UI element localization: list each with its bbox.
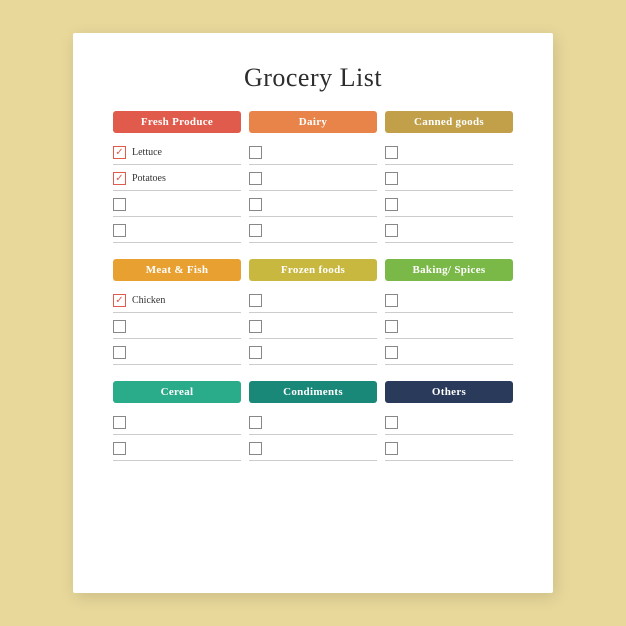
checkbox[interactable] (249, 416, 262, 429)
checkbox[interactable] (113, 224, 126, 237)
checkbox[interactable] (113, 198, 126, 211)
list-item[interactable] (249, 191, 377, 217)
checkbox[interactable] (249, 224, 262, 237)
section-2: Cereal Condiments Others (113, 381, 513, 469)
checkbox[interactable] (385, 172, 398, 185)
item-label: Chicken (132, 295, 165, 306)
item-col-0-0: Lettuce Potatoes (113, 139, 241, 243)
checkbox[interactable] (249, 442, 262, 455)
item-col-0-2 (385, 139, 513, 243)
checkbox[interactable] (385, 198, 398, 211)
checkbox[interactable] (249, 146, 262, 159)
category-badge-canned-goods: Canned goods (385, 111, 513, 133)
category-badge-dairy: Dairy (249, 111, 377, 133)
list-item[interactable] (385, 165, 513, 191)
checkbox[interactable] (249, 346, 262, 359)
item-col-2-1 (249, 409, 377, 461)
list-item[interactable] (249, 409, 377, 435)
category-badge-baking-spices: Baking/ Spices (385, 259, 513, 281)
item-col-1-0: Chicken (113, 287, 241, 365)
checkbox[interactable] (113, 172, 126, 185)
list-item[interactable] (113, 435, 241, 461)
list-item[interactable] (249, 139, 377, 165)
list-item[interactable] (385, 313, 513, 339)
category-badge-cereal: Cereal (113, 381, 241, 403)
item-col-2-0 (113, 409, 241, 461)
list-item[interactable] (385, 139, 513, 165)
list-item[interactable]: Chicken (113, 287, 241, 313)
item-col-2-2 (385, 409, 513, 461)
list-item[interactable] (385, 287, 513, 313)
list-item[interactable] (249, 339, 377, 365)
list-item[interactable] (385, 409, 513, 435)
list-item[interactable] (385, 435, 513, 461)
list-item[interactable] (249, 435, 377, 461)
checkbox[interactable] (385, 224, 398, 237)
item-col-1-2 (385, 287, 513, 365)
list-item[interactable] (385, 191, 513, 217)
category-badge-frozen-foods: Frozen foods (249, 259, 377, 281)
list-item[interactable] (249, 165, 377, 191)
checkbox[interactable] (113, 146, 126, 159)
list-item[interactable] (249, 217, 377, 243)
checkbox[interactable] (249, 294, 262, 307)
list-item[interactable] (385, 217, 513, 243)
list-item[interactable] (113, 409, 241, 435)
checkbox[interactable] (385, 146, 398, 159)
list-item[interactable] (113, 217, 241, 243)
checkbox[interactable] (249, 320, 262, 333)
page-title: Grocery List (113, 63, 513, 93)
list-item[interactable] (113, 191, 241, 217)
grocery-list-paper: Grocery List Fresh Produce Dairy Canned go… (73, 33, 553, 593)
checkbox[interactable] (385, 320, 398, 333)
category-badge-meat-fish: Meat & Fish (113, 259, 241, 281)
checkbox[interactable] (113, 442, 126, 455)
item-col-0-1 (249, 139, 377, 243)
section-1: Meat & Fish Frozen foods Baking/ Spices Chi… (113, 259, 513, 373)
checkbox[interactable] (113, 416, 126, 429)
list-item[interactable] (249, 287, 377, 313)
checkbox[interactable] (113, 294, 126, 307)
checkbox[interactable] (385, 294, 398, 307)
checkbox[interactable] (113, 320, 126, 333)
checkbox[interactable] (113, 346, 126, 359)
item-col-1-1 (249, 287, 377, 365)
category-badge-condiments: Condiments (249, 381, 377, 403)
list-item[interactable] (113, 313, 241, 339)
category-badge-others: Others (385, 381, 513, 403)
checkbox[interactable] (249, 198, 262, 211)
list-item[interactable]: Lettuce (113, 139, 241, 165)
checkbox[interactable] (385, 416, 398, 429)
item-label: Potatoes (132, 173, 166, 184)
list-item[interactable]: Potatoes (113, 165, 241, 191)
list-item[interactable] (249, 313, 377, 339)
section-0: Fresh Produce Dairy Canned goods Lettuce Pot… (113, 111, 513, 251)
checkbox[interactable] (385, 442, 398, 455)
list-item[interactable] (385, 339, 513, 365)
checkbox[interactable] (249, 172, 262, 185)
list-item[interactable] (113, 339, 241, 365)
checkbox[interactable] (385, 346, 398, 359)
item-label: Lettuce (132, 147, 162, 158)
category-badge-fresh-produce: Fresh Produce (113, 111, 241, 133)
